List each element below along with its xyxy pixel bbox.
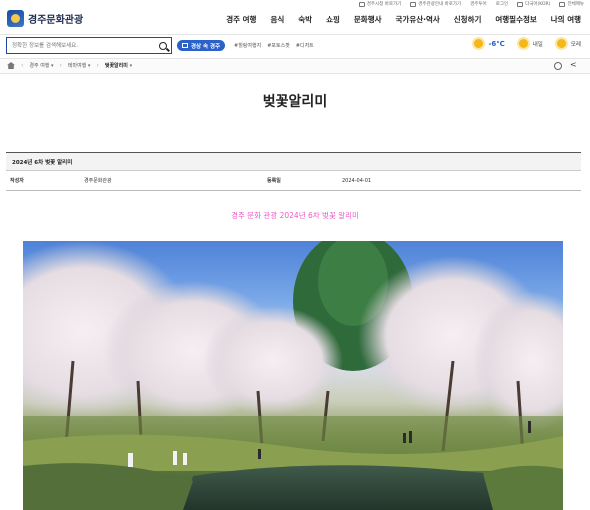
- search-input[interactable]: [7, 38, 155, 53]
- gyeongju-logo-icon: [7, 10, 24, 27]
- weather-widget: -6℃ 내일 모레: [474, 39, 581, 48]
- nav-travel[interactable]: 경주 여행: [226, 14, 256, 25]
- hashtag-photospot[interactable]: #포토스팟: [267, 42, 290, 49]
- weather-tomorrow: 내일: [518, 39, 543, 48]
- author-value: 경주문화관광: [84, 178, 112, 184]
- nav-essentials[interactable]: 여행필수정보: [495, 14, 536, 25]
- utility-all-menu[interactable]: 전체메뉴: [559, 1, 584, 7]
- hashtag-healing[interactable]: #힐링여행지: [234, 42, 261, 49]
- print-icon[interactable]: [554, 62, 562, 70]
- photo-illustration: [23, 241, 563, 510]
- post-info-table: 2024년 6차 벚꽃 알리미 작성자 경주문화관광 등록일 2024-04-0…: [6, 152, 581, 191]
- nav-food[interactable]: 음식: [270, 14, 284, 25]
- weather-today: -6℃: [474, 39, 505, 48]
- chevron-down-icon: ▾: [87, 63, 91, 69]
- cherry-blossom-photo: [23, 241, 563, 510]
- share-icon[interactable]: [570, 60, 578, 70]
- chevron-right-icon: ›: [96, 62, 99, 69]
- map-icon: [182, 43, 188, 48]
- page-title: 벚꽃알리미: [262, 94, 328, 110]
- chevron-down-icon: ▾: [51, 63, 54, 69]
- breadcrumb-item-current[interactable]: 벚꽃알리미 ▾: [105, 62, 132, 69]
- sun-icon: [556, 39, 566, 48]
- chevron-right-icon: ›: [59, 62, 62, 69]
- post-meta-row: 작성자 경주문화관광 등록일 2024-04-01: [6, 171, 581, 191]
- nav-heritage[interactable]: 국가유산·역사: [396, 14, 440, 25]
- grid-icon: [559, 1, 566, 7]
- utility-bar: 경주시청 바로가기 경주관광안내 바로가기 경주투어 로그인 다국어(KOR) …: [358, 0, 584, 8]
- search-box: [6, 37, 172, 54]
- chevron-right-icon: ›: [21, 62, 24, 69]
- breadcrumb-item-theme[interactable]: 테마여행 ▾: [68, 62, 91, 69]
- utility-link-city[interactable]: 경주시청 바로가기: [358, 1, 401, 7]
- search-row: 경상 속 경주 #힐링여행지 #포토스팟 #디저트 -6℃ 내일 모레: [0, 34, 590, 56]
- nav-my-trip[interactable]: 나의 여행: [551, 14, 581, 25]
- utility-login[interactable]: 로그인: [496, 1, 508, 7]
- utility-language[interactable]: 다국어(KOR): [517, 1, 550, 7]
- utility-link-tour[interactable]: 경주투어: [470, 1, 487, 7]
- site-logo[interactable]: 경주문화관광: [7, 10, 83, 27]
- sun-icon: [474, 39, 484, 48]
- author-label: 작성자: [10, 178, 24, 184]
- globe-icon: [517, 1, 524, 7]
- hashtag-dessert[interactable]: #디저트: [296, 42, 314, 49]
- home-icon: [358, 1, 365, 7]
- breadcrumb: › 경주 여행 ▾ › 테마여행 ▾ › 벚꽃알리미 ▾: [0, 58, 590, 74]
- post-heading: 2024년 6차 벚꽃 알리미: [6, 152, 581, 171]
- weather-label-tomorrow: 내일: [532, 41, 543, 48]
- nav-apply[interactable]: 신청하기: [454, 14, 482, 25]
- weather-label-day-after: 모레: [570, 41, 581, 48]
- sun-icon: [518, 39, 528, 48]
- chevron-down-icon: ▾: [129, 63, 133, 69]
- nav-events[interactable]: 문화행사: [354, 14, 382, 25]
- header: 경주문화관광 경주 여행 음식 숙박 쇼핑 문화행사 국가유산·역사 신청하기 …: [0, 8, 590, 34]
- home-icon[interactable]: [7, 62, 15, 69]
- weather-day-after: 모레: [556, 39, 581, 48]
- hashtag-list: #힐링여행지 #포토스팟 #디저트: [234, 42, 314, 49]
- temperature: -6℃: [488, 39, 505, 48]
- date-value: 2024-04-01: [342, 177, 372, 184]
- quick-theme-button[interactable]: 경상 속 경주: [177, 40, 226, 51]
- info-icon: [410, 1, 417, 7]
- search-icon: [159, 41, 167, 50]
- search-button[interactable]: [155, 38, 171, 53]
- logo-text: 경주문화관광: [28, 15, 84, 26]
- nav-lodging[interactable]: 숙박: [298, 14, 312, 25]
- post-subtitle: 경주 문화 관광 2024년 6차 벚꽃 알리미: [231, 211, 359, 220]
- nav-shopping[interactable]: 쇼핑: [326, 14, 340, 25]
- main-nav: 경주 여행 음식 숙박 쇼핑 문화행사 국가유산·역사 신청하기 여행필수정보 …: [226, 14, 581, 25]
- utility-link-tour-info[interactable]: 경주관광안내 바로가기: [410, 1, 461, 7]
- breadcrumb-item-travel[interactable]: 경주 여행 ▾: [29, 62, 53, 69]
- date-label: 등록일: [267, 178, 281, 184]
